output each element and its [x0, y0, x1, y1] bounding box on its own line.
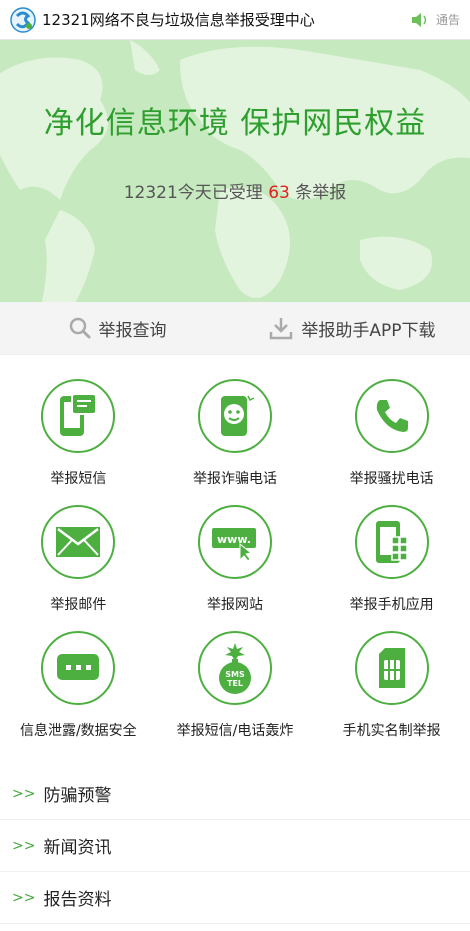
arrow-marker: >>	[12, 785, 36, 802]
anti-fraud-warning-link[interactable]: >> 防骗预警	[0, 768, 470, 820]
notice-label: 通告	[435, 13, 460, 27]
download-icon	[270, 318, 293, 340]
icon-circle	[41, 631, 116, 705]
app-download-button[interactable]: 举报助手APP下载	[235, 316, 470, 341]
world-map-graphic	[0, 40, 470, 302]
app-phone-icon	[375, 521, 408, 563]
report-count-line: 12321今天已受理 63 条举报	[0, 178, 470, 203]
search-icon	[69, 317, 90, 339]
count-suffix: 条举报	[295, 183, 347, 203]
report-mobile-app-label: 举报手机应用	[349, 597, 434, 613]
count-prefix: 12321今天已受理	[123, 183, 263, 203]
report-fraud-call-button[interactable]: 举报诈骗电话	[157, 379, 314, 488]
report-email-button[interactable]: 举报邮件	[0, 505, 157, 614]
news-link[interactable]: >> 新闻资讯	[0, 820, 470, 872]
news-label: 新闻资讯	[43, 838, 112, 858]
svg-text:www.: www.	[217, 533, 251, 546]
fraud-phone-icon	[220, 395, 255, 436]
report-data-leak-button[interactable]: 信息泄露/数据安全	[0, 631, 157, 740]
report-mobile-app-button[interactable]: 举报手机应用	[313, 505, 470, 614]
site-title: 12321网络不良与垃圾信息举报受理中心	[42, 11, 315, 29]
report-sms-button[interactable]: 举报短信	[0, 379, 157, 488]
report-website-label: 举报网站	[206, 597, 263, 613]
report-bombing-label: 举报短信/电话轰炸	[176, 723, 294, 739]
icon-circle	[41, 379, 116, 453]
icon-circle: www.	[197, 505, 272, 579]
report-harassment-call-label: 举报骚扰电话	[349, 471, 434, 487]
report-fraud-call-label: 举报诈骗电话	[192, 471, 277, 487]
icon-circle	[354, 505, 429, 579]
report-real-name-label: 手机实名制举报	[342, 723, 441, 739]
svg-text:SMS: SMS	[225, 670, 245, 679]
app-download-label: 举报助手APP下载	[301, 320, 436, 341]
sim-card-icon	[378, 648, 405, 688]
report-real-name-button[interactable]: 手机实名制举报	[313, 631, 470, 740]
envelope-icon	[56, 527, 101, 557]
handset-icon	[376, 400, 408, 432]
sms-phone-icon	[60, 393, 98, 436]
report-materials-label: 报告资料	[43, 890, 112, 910]
report-count: 63	[268, 183, 290, 203]
logo-icon	[10, 6, 36, 33]
svg-text:TEL: TEL	[227, 679, 243, 688]
icon-circle	[354, 631, 429, 705]
report-query-button[interactable]: 举报查询	[0, 316, 235, 341]
info-link-list: >> 防骗预警 >> 新闻资讯 >> 报告资料	[0, 768, 470, 924]
report-query-label: 举报查询	[98, 320, 167, 341]
report-category-grid: 举报短信 举报诈骗电话 举报骚扰电话 举报邮件 www. 举报网站 举报手机应用…	[0, 355, 470, 740]
report-harassment-call-button[interactable]: 举报骚扰电话	[313, 379, 470, 488]
notice-button[interactable]: 通告	[410, 11, 460, 28]
arrow-marker: >>	[12, 837, 36, 854]
icon-circle	[197, 379, 272, 453]
icon-circle	[354, 379, 429, 453]
anti-fraud-warning-label: 防骗预警	[43, 786, 112, 806]
report-bombing-button[interactable]: SMS TEL 举报短信/电话轰炸	[157, 631, 314, 740]
report-website-button[interactable]: www. 举报网站	[157, 505, 314, 614]
www-icon: www.	[211, 528, 256, 562]
arrow-marker: >>	[12, 889, 36, 906]
bomb-icon: SMS TEL	[218, 643, 251, 694]
report-email-label: 举报邮件	[50, 597, 107, 613]
icon-circle: SMS TEL	[197, 631, 272, 705]
report-data-leak-label: 信息泄露/数据安全	[19, 723, 137, 739]
hero-banner: 净化信息环境 保护网民权益 12321今天已受理 63 条举报	[0, 40, 470, 302]
speaker-icon	[411, 12, 427, 27]
icon-circle	[41, 505, 116, 579]
report-materials-link[interactable]: >> 报告资料	[0, 872, 470, 924]
top-bar: 12321网络不良与垃圾信息举报受理中心 通告	[0, 0, 470, 40]
hero-slogan: 净化信息环境 保护网民权益	[43, 106, 427, 141]
action-bar: 举报查询 举报助手APP下载	[0, 302, 470, 355]
chat-dots-icon	[57, 654, 100, 680]
report-sms-label: 举报短信	[50, 471, 107, 487]
